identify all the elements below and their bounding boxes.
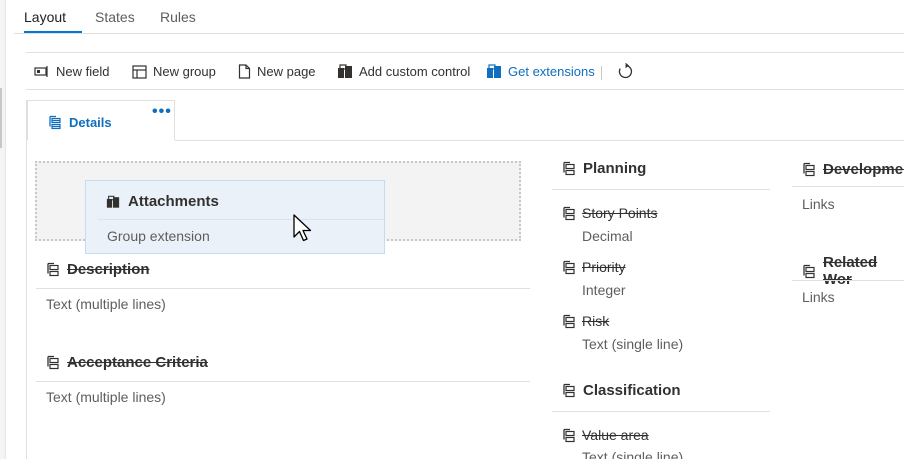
- extension-group-icon: [106, 195, 120, 208]
- new-group-icon: [132, 64, 147, 79]
- field-icon: [563, 428, 575, 442]
- group-acceptance-criteria-divider: [36, 381, 530, 382]
- field-risk-type: Text (single line): [582, 336, 684, 352]
- get-extensions-button[interactable]: Get extensions: [486, 64, 595, 79]
- page-layout-area: Details •••: [26, 100, 904, 459]
- group-description-type: Text (multiple lines): [46, 296, 166, 312]
- field-priority[interactable]: Priority: [562, 259, 626, 275]
- field-priority-label: Priority: [582, 259, 626, 275]
- tab-rules[interactable]: Rules: [160, 9, 196, 25]
- group-icon: [803, 162, 815, 177]
- dragged-group-subtitle: Group extension: [107, 228, 210, 244]
- new-group-label: New group: [153, 64, 216, 79]
- field-value-area-header: Value area: [562, 427, 649, 443]
- dragged-group-card[interactable]: Attachments Group extension: [85, 180, 385, 254]
- active-tab-indicator: [24, 31, 82, 33]
- group-acceptance-criteria-type: Text (multiple lines): [46, 389, 166, 405]
- layout-toolbar: New field New group New page Add custom …: [26, 52, 904, 90]
- group-related-work-title: Related Wor: [823, 254, 878, 288]
- group-acceptance-criteria-header: Acceptance Criteria: [46, 354, 208, 371]
- top-tab-bar: Layout States Rules: [14, 0, 904, 34]
- page-icon: [49, 115, 61, 130]
- field-value-area[interactable]: Value area: [562, 427, 649, 443]
- page-tab-details[interactable]: Details •••: [27, 100, 175, 140]
- dragged-group-title-wrap: Attachments: [106, 193, 219, 210]
- left-edge-strip: [0, 0, 6, 459]
- new-group-button[interactable]: New group: [132, 64, 216, 79]
- page-tab-details-label: Details: [69, 115, 112, 130]
- field-risk[interactable]: Risk: [562, 313, 609, 329]
- mouse-pointer-icon: [293, 214, 312, 242]
- new-field-icon: [34, 65, 48, 77]
- group-planning-divider: [552, 189, 770, 190]
- group-related-work-divider: [792, 280, 904, 281]
- group-icon: [47, 355, 59, 370]
- tab-layout[interactable]: Layout: [24, 9, 66, 25]
- group-description[interactable]: Description: [46, 261, 150, 278]
- field-icon: [563, 314, 575, 328]
- group-classification[interactable]: Classification: [562, 382, 681, 399]
- field-story-points[interactable]: Story Points: [562, 205, 657, 221]
- field-risk-label: Risk: [582, 313, 610, 329]
- group-planning-header: Planning: [562, 160, 646, 177]
- new-field-label: New field: [56, 64, 110, 79]
- refresh-button[interactable]: [617, 63, 634, 80]
- add-custom-control-label: Add custom control: [359, 64, 471, 79]
- group-related-work-header: Related Wor: [802, 254, 904, 288]
- field-story-points-header: Story Points: [562, 205, 657, 221]
- field-value-area-label: Value area: [582, 427, 649, 443]
- page-tab-details-label-wrap: Details: [48, 115, 112, 130]
- field-priority-header: Priority: [562, 259, 626, 275]
- group-related-work[interactable]: Related Wor: [802, 254, 904, 288]
- group-acceptance-criteria-title: Acceptance Criteria: [67, 354, 208, 371]
- extensions-icon: [487, 64, 501, 78]
- tab-states[interactable]: States: [95, 9, 135, 25]
- group-icon: [803, 264, 815, 278]
- field-story-points-label: Story Points: [582, 205, 658, 221]
- group-acceptance-criteria[interactable]: Acceptance Criteria: [46, 354, 208, 371]
- group-icon: [47, 262, 59, 277]
- group-description-header: Description: [46, 261, 150, 278]
- new-field-button[interactable]: New field: [34, 64, 109, 79]
- group-development-header: Developmer: [802, 161, 904, 178]
- group-classification-header: Classification: [562, 382, 681, 399]
- dragged-group-title: Attachments: [128, 193, 219, 210]
- add-custom-control-button[interactable]: Add custom control: [337, 64, 470, 79]
- field-icon: [563, 206, 575, 220]
- refresh-icon: [618, 63, 633, 79]
- custom-control-icon: [338, 64, 352, 78]
- field-story-points-type: Decimal: [582, 228, 633, 244]
- get-extensions-label: Get extensions: [508, 64, 595, 79]
- new-page-button[interactable]: New page: [238, 64, 316, 79]
- group-related-work-type: Links: [802, 289, 835, 305]
- group-development-type: Links: [802, 196, 835, 212]
- field-icon: [563, 260, 575, 274]
- group-description-title: Description: [67, 261, 150, 278]
- group-description-divider: [36, 288, 530, 289]
- group-icon: [563, 383, 575, 398]
- group-development-title: Developmer: [823, 161, 904, 178]
- group-planning-title: Planning: [583, 160, 647, 177]
- field-priority-type: Integer: [582, 282, 626, 298]
- group-classification-title: Classification: [583, 382, 681, 399]
- new-page-label: New page: [257, 64, 316, 79]
- group-planning[interactable]: Planning: [562, 160, 646, 177]
- new-page-icon: [238, 64, 251, 79]
- group-development-divider: [792, 186, 904, 187]
- group-development[interactable]: Developmer: [802, 161, 904, 178]
- field-risk-header: Risk: [562, 313, 609, 329]
- toolbar-separator: [601, 66, 602, 80]
- page-body-top-border: [175, 140, 904, 141]
- dragged-group-divider: [98, 219, 384, 220]
- left-edge-marker: [0, 88, 2, 148]
- field-value-area-type: Text (single line): [582, 449, 684, 459]
- group-classification-divider: [552, 411, 770, 412]
- page-tab-more-button[interactable]: •••: [152, 103, 172, 121]
- group-icon: [563, 161, 575, 176]
